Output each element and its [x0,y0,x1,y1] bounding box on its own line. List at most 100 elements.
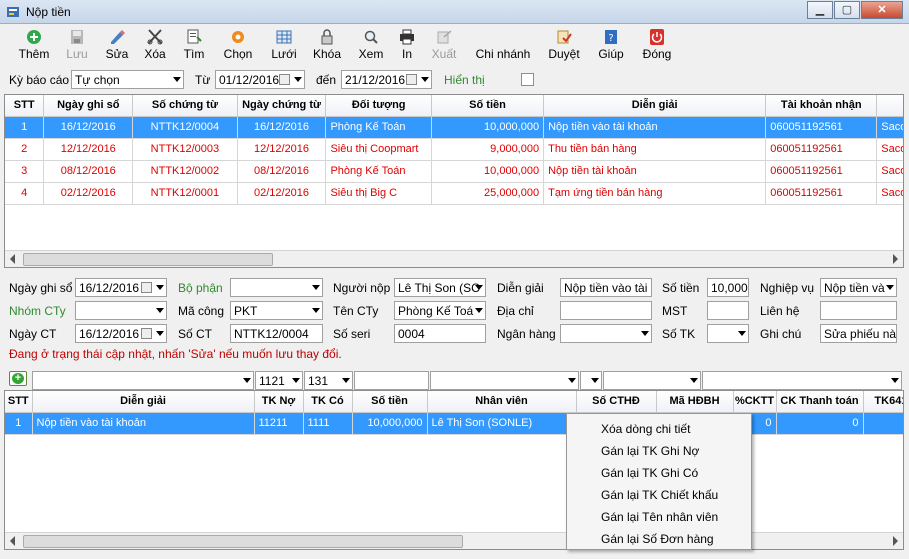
add-detail-button[interactable]: + [9,371,27,386]
table-cell[interactable]: 08/12/2016 [237,160,327,183]
table-cell[interactable]: 11211 [254,412,304,435]
table-cell[interactable]: 1 [5,116,45,139]
account-number-select[interactable] [707,324,749,343]
table-cell[interactable]: Nộp tiền vào tài khoản [32,412,255,435]
column-header[interactable]: TK Nợ [254,391,304,413]
vouchers-grid[interactable]: STT Ngày ghi sổ Số chứng từ Ngày chứng từ Đố… [4,94,904,268]
table-cell[interactable]: 16/12/2016 [237,116,327,139]
table-cell[interactable]: 08/12/2016 [43,160,134,183]
table-row[interactable]: 3 08/12/2016 NTTK12/0002 08/12/2016 Phòng Kế… [5,160,903,183]
extra-filter[interactable] [702,371,902,390]
table-cell[interactable]: Sacombank (VNĐ) [876,182,903,205]
menu-item-reassign-debit-account[interactable]: Gán lại TK Ghi Nợ [567,440,751,462]
branch-button[interactable]: Chi nhánh [474,29,532,61]
close-button[interactable]: Đóng [641,29,673,61]
table-cell[interactable]: 060051192561 [765,116,878,139]
column-header[interactable]: Diễn giải [543,95,767,117]
scroll-right-icon[interactable] [893,536,898,546]
table-cell[interactable]: 02/12/2016 [43,182,134,205]
maximize-button[interactable]: ▢ [834,1,860,19]
scroll-thumb[interactable] [23,535,463,548]
to-date-picker[interactable]: 21/12/2016 [341,70,432,89]
table-cell[interactable]: 25,000,000 [431,182,545,205]
column-header[interactable]: Đối tượng [325,95,432,117]
table-cell[interactable]: Siêu thị Coopmart [325,138,432,161]
table-cell[interactable]: Tạm ứng tiền bán hàng [543,182,767,205]
column-header[interactable]: Diễn giải [32,391,255,413]
table-cell[interactable]: 10,000,000 [431,116,545,139]
menu-item-delete-detail-row[interactable]: Xóa dòng chi tiết [567,418,751,440]
column-header[interactable]: Tài khoản nhận [765,95,878,117]
horizontal-scrollbar[interactable] [5,250,903,267]
amount-filter[interactable] [354,371,429,390]
approve-button[interactable]: Duyệt [547,29,581,61]
debit-account-filter[interactable]: 1121 [255,371,303,390]
table-cell[interactable]: 10,000,000 [431,160,545,183]
amount-field[interactable]: 10,000, [707,278,749,297]
detail-horizontal-scrollbar[interactable] [5,532,903,549]
menu-item-reassign-credit-account[interactable]: Gán lại TK Ghi Có [567,462,751,484]
table-cell[interactable]: 3 [5,160,45,183]
add-button[interactable]: Thêm [17,29,51,61]
posting-date-picker[interactable]: 16/12/2016 [75,278,167,297]
employee-filter[interactable] [430,371,579,390]
close-window-button[interactable]: ✕ [861,1,903,19]
help-button[interactable]: ? Giúp [597,29,625,61]
table-cell[interactable]: 12/12/2016 [43,138,134,161]
minimize-button[interactable]: ▁ [807,1,833,19]
operation-select[interactable]: Nộp tiền và [820,278,897,297]
scroll-left-icon[interactable] [10,536,15,546]
from-date-picker[interactable]: 01/12/2016 [215,70,305,89]
column-header[interactable]: Mã HĐBH [656,391,734,413]
table-cell[interactable]: Lê Thị Son (SONLE) [427,412,577,435]
grid-button[interactable]: Lưới [270,29,298,61]
edit-button[interactable]: Sửa [104,29,130,61]
table-cell[interactable]: 10,000,000 [352,412,428,435]
description-field[interactable]: Nộp tiền vào tài kh [560,278,652,297]
address-field[interactable] [560,301,652,320]
note-field[interactable]: Sửa phiếu này [820,324,897,343]
company-name-select[interactable]: Phòng Kế Toá [394,301,486,320]
column-header[interactable]: Ngày chứng từ [237,95,327,117]
column-header[interactable]: STT [5,95,45,117]
table-cell[interactable]: Sacombank (VNĐ) [876,116,903,139]
table-row[interactable]: 1 16/12/2016 NTTK12/0004 16/12/2016 Phòng Kế… [5,116,903,139]
column-header[interactable]: TK Có [303,391,353,413]
report-period-select[interactable]: Tự chọn [71,70,184,89]
table-cell[interactable] [863,412,903,435]
table-cell[interactable]: Nộp tiền vào tài khoản [543,116,767,139]
payer-select[interactable]: Lê Thị Son (SC [394,278,486,297]
table-cell[interactable]: 060051192561 [765,160,878,183]
table-cell[interactable]: Thu tiền bán hàng [543,138,767,161]
table-cell[interactable]: 9,000,000 [431,138,545,161]
voucher-date-picker[interactable]: 16/12/2016 [75,324,167,343]
table-cell[interactable]: 1111 [303,412,353,435]
bank-select[interactable] [560,324,652,343]
tax-code-field[interactable] [707,301,749,320]
table-cell[interactable]: 12/12/2016 [237,138,327,161]
column-header[interactable]: Số CTHĐ [576,391,657,413]
column-header[interactable]: %CKTT [733,391,777,413]
sales-contract-filter[interactable] [603,371,701,390]
column-header[interactable]: STT [5,391,33,413]
table-cell[interactable]: Sacombank (VNĐ) [876,138,903,161]
company-code-select[interactable]: PKT [230,301,323,320]
view-button[interactable]: Xem [357,29,385,61]
column-header[interactable]: Ngày ghi sổ [43,95,134,117]
voucher-number-field[interactable]: NTTK12/0004 [230,324,323,343]
table-cell[interactable]: 2 [5,138,45,161]
menu-item-reassign-order-number[interactable]: Gán lại Số Đơn hàng [567,528,751,550]
table-cell[interactable]: 16/12/2016 [43,116,134,139]
table-cell[interactable]: NTTK12/0003 [132,138,238,161]
scroll-thumb[interactable] [23,253,273,266]
table-row[interactable]: 4 02/12/2016 NTTK12/0001 02/12/2016 Siêu thị… [5,182,903,205]
company-group-select[interactable] [75,301,167,320]
detail-grid[interactable]: STT Diễn giải TK Nợ TK Có Số tiền Nhân viên Số… [4,390,904,550]
table-cell[interactable]: 060051192561 [765,138,878,161]
table-cell[interactable]: NTTK12/0002 [132,160,238,183]
table-cell[interactable]: 4 [5,182,45,205]
table-cell[interactable]: 1 [5,412,33,435]
delete-button[interactable]: Xóa [142,29,168,61]
invoice-number-filter[interactable] [580,371,602,390]
table-cell[interactable]: 02/12/2016 [237,182,327,205]
